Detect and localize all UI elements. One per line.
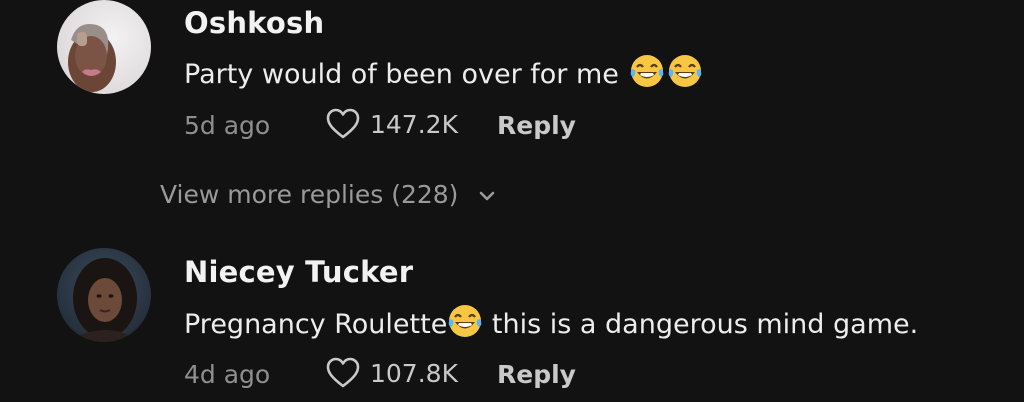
reply-button[interactable]: Reply [497, 111, 576, 140]
like-count: 107.8K [370, 359, 458, 388]
tears-of-joy-emoji-icon [631, 55, 664, 87]
comment-item: Oshkosh Party would of been over for me … [0, 0, 1024, 150]
comment-text: Party would of been over for me [184, 53, 703, 90]
avatar[interactable] [57, 0, 151, 94]
heart-icon [326, 108, 360, 139]
avatar[interactable] [57, 248, 151, 342]
reply-button[interactable]: Reply [497, 360, 576, 389]
comment-author[interactable]: Oshkosh [184, 6, 324, 40]
tears-of-joy-emoji-icon [669, 55, 702, 87]
comment-timestamp: 5d ago [184, 111, 271, 140]
comment-text-before: Pregnancy Roulette [184, 309, 448, 340]
heart-icon [326, 357, 360, 388]
tears-of-joy-emoji-icon [449, 305, 482, 337]
chevron-down-icon [480, 191, 495, 201]
comment-item: Niecey Tucker Pregnancy Roulette this is… [0, 248, 1024, 402]
comment-author[interactable]: Niecey Tucker [184, 255, 413, 289]
comment-text: Pregnancy Roulette this is a dangerous m… [184, 303, 918, 340]
like-count: 147.2K [370, 110, 458, 139]
like-button[interactable]: 107.8K [326, 357, 466, 391]
like-button[interactable]: 147.2K [326, 108, 466, 142]
comment-text-content: Party would of been over for me [184, 59, 628, 90]
comment-timestamp: 4d ago [184, 360, 271, 389]
view-more-replies-label: View more replies (228) [160, 180, 459, 209]
view-more-replies-button[interactable]: View more replies (228) [160, 180, 496, 209]
comment-text-after: this is a dangerous mind game. [483, 309, 919, 340]
